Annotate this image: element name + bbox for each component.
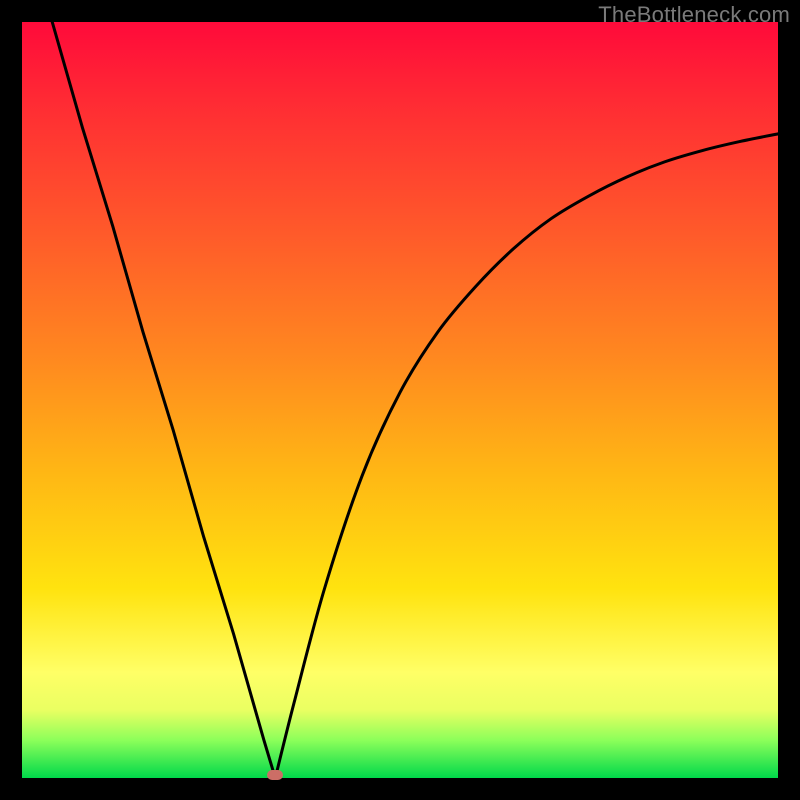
chart-frame: TheBottleneck.com: [0, 0, 800, 800]
curve-left-branch: [52, 22, 275, 778]
bottleneck-curve: [22, 22, 778, 778]
plot-area: [22, 22, 778, 778]
min-marker: [267, 770, 283, 780]
curve-right-branch: [275, 134, 778, 778]
watermark-text: TheBottleneck.com: [598, 2, 790, 28]
